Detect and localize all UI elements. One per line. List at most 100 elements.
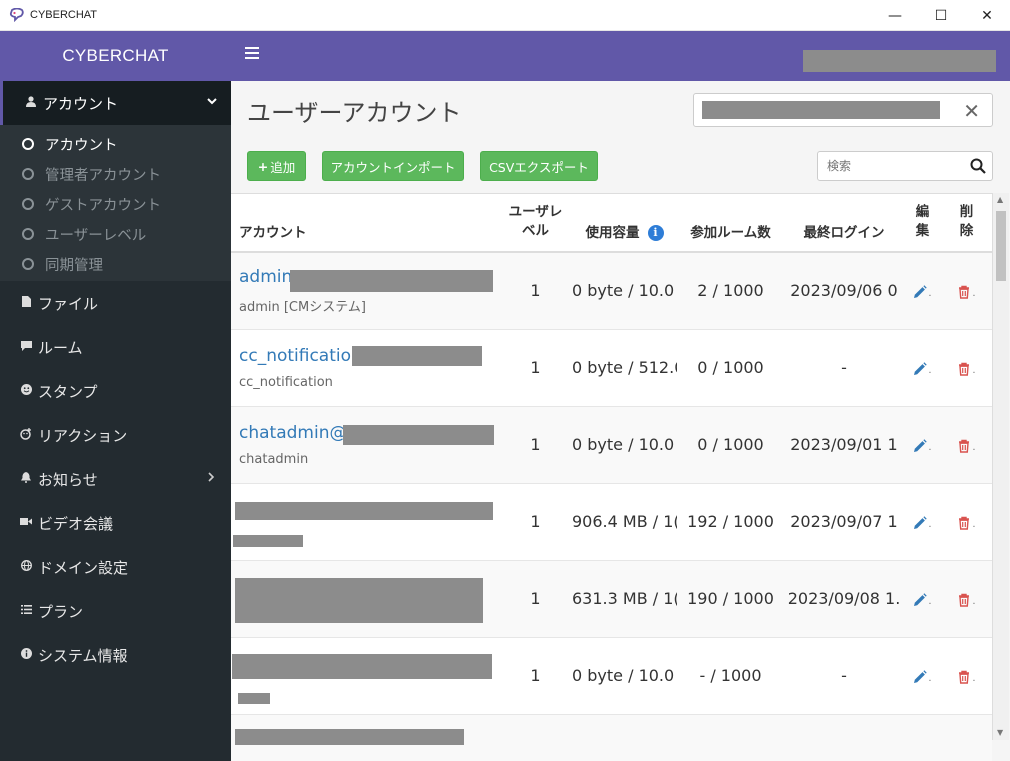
sidebar-subitem-label: ゲストアカウント: [45, 197, 161, 214]
trash-icon[interactable]: [957, 516, 971, 530]
last-login-cell: 2023/09/01 1: [784, 406, 904, 484]
redacted-text: [238, 692, 270, 704]
rooms-cell: - / 1000: [677, 637, 784, 715]
account-submenu: アカウント 管理者アカウント ゲストアカウント ユーザーレベル 同期管理: [0, 125, 231, 281]
import-accounts-button[interactable]: アカウントインポート: [322, 151, 464, 181]
account-cell: [231, 483, 499, 561]
truncation-dot: .: [928, 596, 932, 607]
filter-search-input[interactable]: [818, 152, 964, 180]
comment-icon: [18, 340, 34, 354]
vertical-scrollbar[interactable]: ▲ ▼: [992, 193, 1009, 740]
search-icon[interactable]: [970, 158, 986, 174]
edit-cell: .: [904, 483, 941, 561]
truncation-dot: .: [972, 365, 976, 376]
trash-icon[interactable]: [957, 362, 971, 376]
truncation-dot: .: [972, 596, 976, 607]
scroll-up-arrow-icon[interactable]: ▲: [997, 195, 1003, 204]
storage-cell: [572, 714, 677, 761]
account-cell: chatadmin@c chatadmin: [231, 406, 499, 484]
trash-icon[interactable]: [957, 670, 971, 684]
circle-icon: [22, 138, 34, 150]
account-cell: [231, 637, 499, 715]
storage-cell: 0 byte / 10.0 (: [572, 252, 677, 330]
rooms-cell: [677, 714, 784, 761]
sidebar-subitem-guest-account[interactable]: ゲストアカウント: [0, 189, 231, 219]
sidebar-item-notice[interactable]: お知らせ: [0, 457, 231, 501]
sidebar-item-stamp[interactable]: スタンプ: [0, 369, 231, 413]
scroll-down-arrow-icon[interactable]: ▼: [997, 728, 1003, 737]
sidebar-item-room[interactable]: ルーム: [0, 325, 231, 369]
truncation-dot: .: [972, 519, 976, 530]
edit-cell: .: [904, 329, 941, 407]
circle-icon: [22, 258, 34, 270]
main-content: ユーザーアカウント ✕ + 追加 アカウントインポート CSVエクスポート アカ…: [231, 81, 1010, 761]
table-header-row: アカウント ユーザレ ベル 使用容量 i 参加ルーム数 最終ログイン 編集 削除: [231, 194, 992, 253]
pencil-icon[interactable]: [913, 515, 928, 530]
redacted-search-text: [702, 101, 940, 119]
truncation-dot: .: [928, 365, 932, 376]
sidebar-item-account[interactable]: アカウント: [0, 81, 231, 125]
header-text: 除: [959, 223, 974, 239]
pencil-icon[interactable]: [913, 438, 928, 453]
sidebar-item-file[interactable]: ファイル: [0, 281, 231, 325]
table-row: chatadmin@c chatadmin 1 0 byte / 10.0 ( …: [231, 406, 992, 484]
table-row: [231, 714, 992, 761]
minimize-button[interactable]: —: [872, 0, 918, 31]
top-search-field[interactable]: ✕: [693, 93, 993, 127]
sidebar-item-label: お知らせ: [38, 470, 98, 489]
truncation-dot: .: [928, 519, 932, 530]
sidebar-subitem-admin-account[interactable]: 管理者アカウント: [0, 159, 231, 189]
account-display-name: admin [CMシステム]: [239, 299, 366, 315]
list-icon: [18, 605, 34, 617]
user-icon: [23, 96, 39, 110]
scrollbar-thumb[interactable]: [996, 211, 1006, 281]
sidebar-item-label: プラン: [38, 602, 84, 621]
pencil-icon[interactable]: [913, 592, 928, 607]
rooms-cell: 192 / 1000: [677, 483, 784, 561]
table-row: 1 631.3 MB / 1( 190 / 1000 2023/09/08 1.…: [231, 560, 992, 638]
redacted-text: [233, 534, 303, 547]
truncation-dot: .: [972, 442, 976, 453]
rooms-cell: 2 / 1000: [677, 252, 784, 330]
sidebar-subitem-sync[interactable]: 同期管理: [0, 249, 231, 279]
storage-cell: 0 byte / 512.0: [572, 329, 677, 407]
sidebar-subitem-account[interactable]: アカウント: [0, 129, 231, 159]
trash-icon[interactable]: [957, 439, 971, 453]
sidebar-item-label: リアクション: [38, 426, 128, 445]
sidebar-subitem-user-level[interactable]: ユーザーレベル: [0, 219, 231, 249]
account-display-name: chatadmin: [239, 451, 309, 467]
sidebar-item-video-conference[interactable]: ビデオ会議: [0, 501, 231, 545]
column-header-storage[interactable]: 使用容量 i: [572, 194, 677, 253]
csv-export-button[interactable]: CSVエクスポート: [480, 151, 598, 181]
pencil-icon[interactable]: [913, 361, 928, 376]
sidebar-item-plan[interactable]: プラン: [0, 589, 231, 633]
pencil-icon[interactable]: [913, 285, 928, 299]
redacted-text: [232, 653, 492, 679]
info-icon[interactable]: i: [647, 225, 664, 241]
accounts-table-container: アカウント ユーザレ ベル 使用容量 i 参加ルーム数 最終ログイン 編集 削除 a…: [231, 193, 992, 761]
brand-logo[interactable]: CYBERCHAT: [0, 31, 231, 81]
rooms-cell: 0 / 1000: [677, 329, 784, 407]
sidebar-item-domain-settings[interactable]: ドメイン設定: [0, 545, 231, 589]
sidebar-item-reaction[interactable]: リアクション: [0, 413, 231, 457]
storage-cell: 0 byte / 10.0 (: [572, 637, 677, 715]
circle-icon: [22, 198, 34, 210]
column-header-account[interactable]: アカウント: [231, 194, 499, 253]
column-header-user-level[interactable]: ユーザレ ベル: [499, 194, 572, 253]
redacted-user-info[interactable]: [803, 50, 996, 72]
trash-icon[interactable]: [957, 593, 971, 607]
column-header-rooms[interactable]: 参加ルーム数: [677, 194, 784, 253]
column-header-last-login[interactable]: 最終ログイン: [784, 194, 904, 253]
maximize-button[interactable]: ☐: [918, 0, 964, 31]
close-window-button[interactable]: ✕: [964, 0, 1010, 31]
sidebar-item-system-info[interactable]: システム情報: [0, 633, 231, 677]
add-account-button[interactable]: + 追加: [247, 151, 306, 181]
plus-icon: +: [257, 158, 269, 174]
hamburger-menu-icon[interactable]: [245, 47, 259, 61]
close-icon[interactable]: ✕: [963, 99, 980, 123]
trash-icon[interactable]: [957, 285, 971, 299]
delete-cell: .: [941, 483, 992, 561]
pencil-icon[interactable]: [913, 669, 928, 684]
header-text: 集: [915, 223, 930, 239]
last-login-cell: 2023/09/07 1: [784, 483, 904, 561]
